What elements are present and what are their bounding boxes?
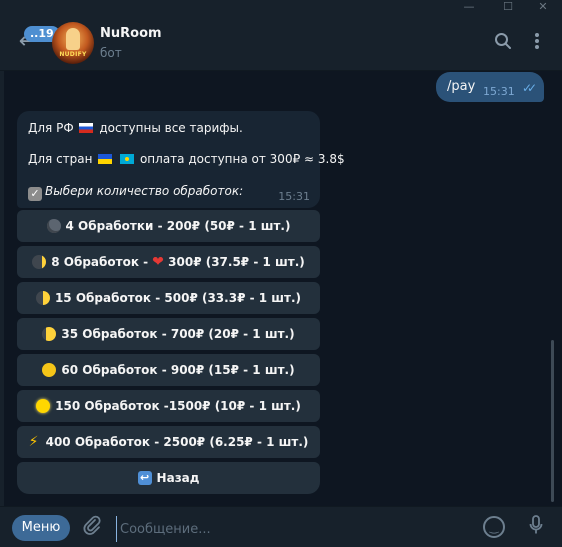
tariff-button-35[interactable]: 35 Обработок - 700₽ (20₽ - 1 шт.) — [17, 318, 320, 350]
chat-title[interactable]: NuRoom — [100, 26, 162, 41]
back-button-label: Назад — [156, 471, 200, 485]
incoming-message[interactable]: Для РФ доступны все тарифы. Для стран оп… — [17, 111, 345, 208]
first-quarter-moon-icon — [35, 291, 50, 305]
search-icon[interactable] — [493, 32, 513, 52]
search-icon-svg — [495, 33, 511, 49]
tariff-button-label-start: 8 Обработок - — [51, 255, 149, 269]
message-input[interactable] — [116, 516, 472, 542]
tariff-button-4[interactable]: 4 Обработки - 200₽ (50₽ - 1 шт.) — [17, 210, 320, 242]
message-line-1: Для РФ доступны все тарифы. — [28, 121, 243, 135]
window-titlebar: — ☐ ✕ — [0, 0, 562, 14]
outgoing-message-time: 15:31 — [483, 85, 515, 98]
tariff-button-60[interactable]: 60 Обработок - 900₽ (15₽ - 1 шт.) — [17, 354, 320, 386]
paperclip-icon[interactable] — [80, 515, 104, 541]
waxing-crescent-moon-icon — [32, 255, 47, 269]
incoming-message-time: 15:31 — [278, 190, 310, 203]
message-line-3-text: Выбери количество обработок: — [45, 184, 244, 198]
kazakhstan-flag-icon — [120, 154, 135, 164]
tariff-button-label: 400 Обработок - 2500₽ (6.25₽ - 1 шт.) — [45, 435, 309, 449]
close-icon[interactable]: ✕ — [530, 0, 556, 14]
more-vertical-icon-svg — [535, 33, 539, 49]
avatar-figure — [66, 28, 80, 50]
microphone-icon-svg — [529, 515, 543, 534]
back-button[interactable]: ↩ Назад — [17, 462, 320, 494]
maximize-icon[interactable]: ☐ — [495, 0, 521, 14]
avatar[interactable]: NUDIFY — [52, 22, 94, 64]
microphone-icon[interactable] — [526, 515, 546, 541]
ukraine-flag-icon — [98, 154, 113, 164]
bot-menu-button[interactable]: Меню — [12, 515, 70, 541]
message-composer: Меню ‿ — [0, 506, 562, 547]
more-vertical-icon[interactable] — [527, 32, 547, 52]
waxing-gibbous-moon-icon — [42, 327, 57, 341]
message-line-1-start: Для РФ — [28, 121, 74, 135]
full-moon-icon — [42, 363, 57, 377]
check-box-icon: ✓ — [28, 187, 42, 201]
tariff-button-label: 15 Обработок - 500₽ (33.3₽ - 1 шт.) — [54, 291, 302, 305]
scrollbar[interactable] — [551, 340, 554, 502]
minimize-icon[interactable]: — — [456, 0, 482, 14]
message-line-2-end: оплата доступна от 300₽ ≈ 3.8$ — [139, 152, 345, 166]
tariff-button-label: 150 Обработок -1500₽ (10₽ - 1 шт.) — [55, 399, 301, 413]
full-moon-bright-icon — [36, 399, 51, 413]
tariff-button-label: 4 Обработки - 200₽ (50₽ - 1 шт.) — [65, 219, 291, 233]
outgoing-message[interactable]: /pay 15:31 ✓✓ — [436, 72, 544, 102]
tariff-button-label: 60 Обработок - 900₽ (15₽ - 1 шт.) — [61, 363, 295, 377]
message-line-2-start: Для стран — [28, 152, 93, 166]
left-panel-edge — [0, 71, 4, 506]
message-line-1-end: доступны все тарифы. — [99, 121, 243, 135]
back-arrow-icon: ↩ — [137, 471, 152, 485]
paperclip-icon-svg — [83, 515, 101, 535]
avatar-logo-text: NUDIFY — [59, 51, 87, 58]
high-voltage-icon: ⚡ — [28, 434, 39, 450]
chat-subtitle: бот — [100, 46, 122, 60]
russia-flag-icon — [79, 123, 94, 133]
tariff-button-15[interactable]: 15 Обработок - 500₽ (33.3₽ - 1 шт.) — [17, 282, 320, 314]
tariff-button-8[interactable]: 8 Обработок - ❤ 300₽ (37.5₽ - 1 шт.) — [17, 246, 320, 278]
tariff-button-150[interactable]: 150 Обработок -1500₽ (10₽ - 1 шт.) — [17, 390, 320, 422]
outgoing-message-text: /pay — [447, 79, 476, 94]
tariff-button-400[interactable]: ⚡ 400 Обработок - 2500₽ (6.25₽ - 1 шт.) — [17, 426, 320, 458]
chat-header: ← ..19 NUDIFY NuRoom бот — [0, 14, 562, 71]
telegram-window: — ☐ ✕ ← ..19 NUDIFY NuRoom бот /pay 15:3… — [0, 0, 562, 547]
tariff-button-label-end: 300₽ (37.5₽ - 1 шт.) — [168, 255, 305, 269]
message-line-2: Для стран оплата доступна от 300₽ ≈ 3.8$ — [28, 152, 345, 166]
emoji-icon[interactable]: ‿ — [483, 516, 505, 538]
double-check-icon: ✓✓ — [522, 81, 537, 95]
new-moon-icon — [46, 219, 61, 233]
tariff-button-label: 35 Обработок - 700₽ (20₽ - 1 шт.) — [61, 327, 295, 341]
heart-on-fire-icon: ❤ — [152, 254, 164, 270]
message-line-3: ✓ Выбери количество обработок: — [28, 184, 243, 201]
